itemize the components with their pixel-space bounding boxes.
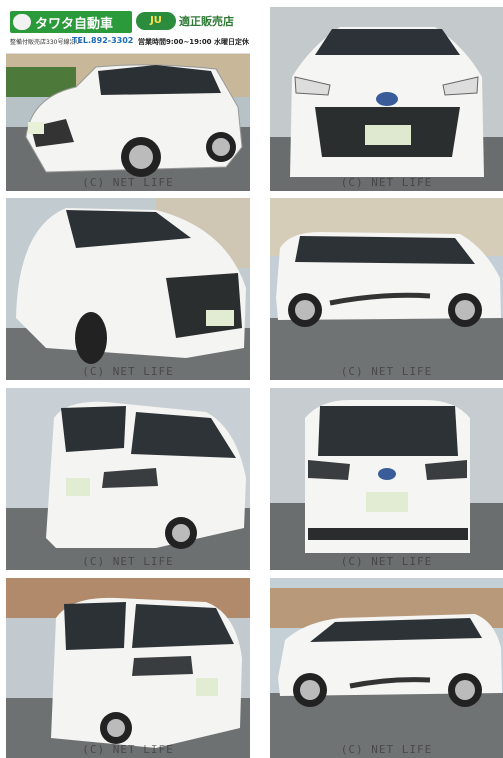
ju-text: 適正販売店 [179, 15, 234, 28]
photo-rear-left: (C) NET LIFE [6, 388, 250, 570]
ju-badge: JU [136, 12, 176, 30]
car-front-left-close-image [6, 198, 250, 380]
car-side-left-image [270, 578, 503, 758]
watermark: (C) NET LIFE [82, 365, 174, 378]
dealer-name: タワタ自動車 [35, 17, 114, 32]
dealer-subtitle: 整備付販売店330号線沿い [10, 39, 82, 46]
photo-side-right: (C) NET LIFE [270, 198, 503, 380]
watermark: (C) NET LIFE [82, 743, 174, 756]
photo-front-left: タワタ自動車 JU 適正販売店 整備付販売店330号線沿い TEL.892-33… [6, 7, 250, 191]
watermark: (C) NET LIFE [340, 555, 433, 568]
car-rear-left-low-image [6, 578, 250, 758]
watermark: (C) NET LIFE [82, 176, 174, 189]
photo-front: (C) NET LIFE [270, 7, 503, 191]
ju-logo: JU 適正販売店 [136, 12, 250, 32]
photo-side-left: (C) NET LIFE [270, 578, 503, 758]
photo-rear: (C) NET LIFE [270, 388, 503, 570]
watermark: (C) NET LIFE [82, 555, 174, 568]
watermark: (C) NET LIFE [340, 365, 433, 378]
dealer-phone: TEL.892-3302 [72, 36, 134, 45]
car-front-image [270, 7, 503, 191]
photo-front-left-close: (C) NET LIFE [6, 198, 250, 380]
dealer-logo: タワタ自動車 [10, 11, 132, 33]
dealer-banner: タワタ自動車 JU 適正販売店 整備付販売店330号線沿い TEL.892-33… [6, 7, 250, 54]
dealer-mark-icon [13, 14, 31, 30]
car-rear-left-image [6, 388, 250, 570]
watermark: (C) NET LIFE [340, 743, 433, 756]
car-side-right-image [270, 198, 503, 380]
business-hours: 営業時間9:00~19:00 水曜日定休 [138, 38, 249, 46]
photo-rear-left-low: (C) NET LIFE [6, 578, 250, 758]
watermark: (C) NET LIFE [340, 176, 433, 189]
car-rear-image [270, 388, 503, 570]
